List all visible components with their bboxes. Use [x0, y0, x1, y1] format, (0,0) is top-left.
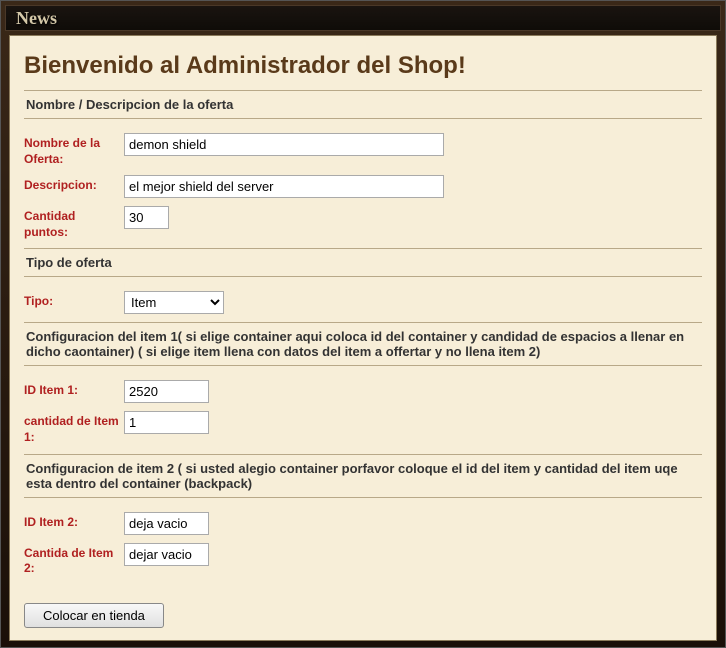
label-qty-item1: cantidad de Item 1: [24, 411, 124, 445]
label-nombre-oferta: Nombre de la Oferta: [24, 133, 124, 167]
label-puntos: Cantidad puntos: [24, 206, 124, 240]
section-heading-item1: Configuracion del item 1( si elige conta… [24, 322, 702, 366]
label-qty-item2: Cantida de Item 2: [24, 543, 124, 577]
input-puntos[interactable] [124, 206, 169, 229]
news-header: News [5, 5, 721, 31]
label-descripcion: Descripcion: [24, 175, 124, 194]
section-heading-tipo: Tipo de oferta [24, 248, 702, 277]
label-tipo: Tipo: [24, 291, 124, 310]
section-heading-item2: Configuracion de item 2 ( si usted alegi… [24, 454, 702, 498]
content-panel: Bienvenido al Administrador del Shop! No… [9, 35, 717, 641]
section-heading-oferta: Nombre / Descripcion de la oferta [24, 90, 702, 119]
input-qty-item1[interactable] [124, 411, 209, 434]
label-id-item2: ID Item 2: [24, 512, 124, 531]
input-id-item2[interactable] [124, 512, 209, 535]
select-tipo[interactable]: Item [124, 291, 224, 314]
window-frame: News Bienvenido al Administrador del Sho… [0, 0, 726, 648]
input-nombre-oferta[interactable] [124, 133, 444, 156]
submit-button[interactable]: Colocar en tienda [24, 603, 164, 628]
input-id-item1[interactable] [124, 380, 209, 403]
news-title: News [16, 8, 57, 29]
label-id-item1: ID Item 1: [24, 380, 124, 399]
input-descripcion[interactable] [124, 175, 444, 198]
page-title: Bienvenido al Administrador del Shop! [24, 52, 702, 80]
input-qty-item2[interactable] [124, 543, 209, 566]
